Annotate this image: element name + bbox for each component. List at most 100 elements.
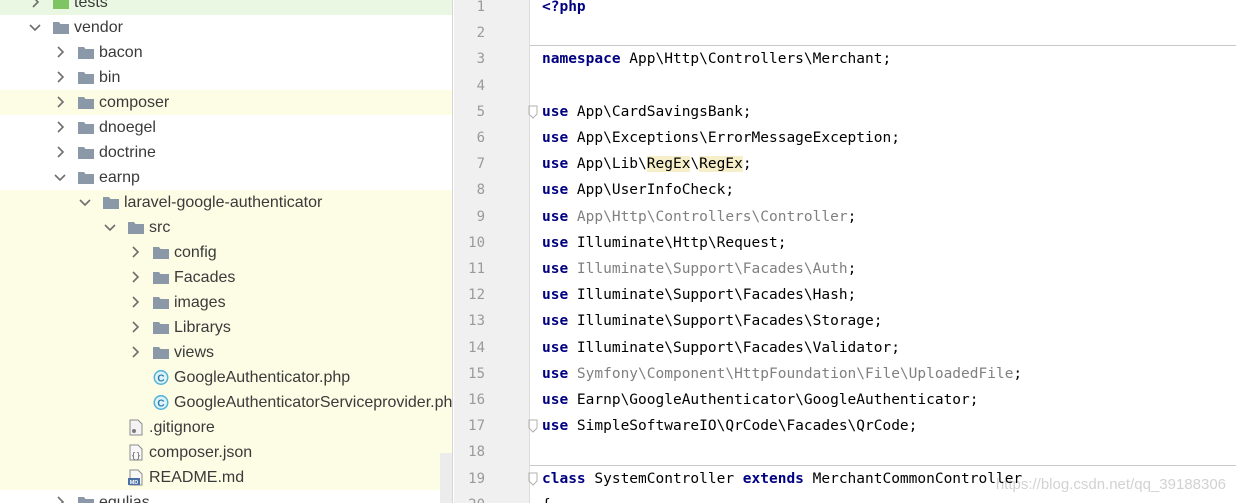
tree-folder[interactable]: Facades bbox=[0, 265, 452, 290]
chevron-right-icon[interactable] bbox=[28, 0, 42, 9]
tree-file[interactable]: C GoogleAuthenticatorServiceprovider.php bbox=[0, 390, 453, 415]
chevron-right-icon[interactable] bbox=[128, 320, 142, 334]
code-line[interactable]: use App\Lib\RegEx\RegEx; bbox=[542, 155, 752, 173]
tree-folder[interactable]: tests bbox=[0, 0, 452, 15]
fold-marker-icon[interactable] bbox=[528, 105, 538, 119]
line-number: 3 bbox=[476, 51, 485, 68]
tree-scrollbar[interactable] bbox=[440, 453, 452, 503]
code-token: { bbox=[542, 497, 551, 503]
chevron-right-icon[interactable] bbox=[128, 295, 142, 309]
code-line[interactable]: use Illuminate\Http\Request; bbox=[542, 234, 786, 252]
method-separator bbox=[530, 464, 1236, 466]
tree-file[interactable]: C GoogleAuthenticator.php bbox=[0, 365, 452, 390]
code-token: Illuminate\Support\Facades\Validator; bbox=[568, 339, 900, 356]
tree-folder[interactable]: vendor bbox=[0, 15, 452, 40]
code-token: App\Http\Controllers\Controller bbox=[568, 208, 848, 225]
php-class-icon: C bbox=[152, 369, 170, 386]
tree-folder[interactable]: doctrine bbox=[0, 140, 452, 165]
tree-item-label: bin bbox=[99, 69, 121, 86]
chevron-right-icon[interactable] bbox=[128, 345, 142, 359]
tree-folder[interactable]: laravel-google-authenticator bbox=[0, 190, 452, 215]
line-number: 18 bbox=[468, 444, 485, 461]
chevron-right-icon[interactable] bbox=[53, 495, 67, 503]
chevron-right-icon[interactable] bbox=[128, 245, 142, 259]
tree-item-label: GoogleAuthenticatorServiceprovider.php bbox=[174, 394, 453, 411]
line-number: 5 bbox=[476, 103, 485, 120]
tree-item-label: dnoegel bbox=[99, 119, 156, 136]
watermark: https://blog.csdn.net/qq_39188306 bbox=[995, 476, 1226, 493]
line-number: 16 bbox=[468, 392, 485, 408]
code-line[interactable]: class SystemController extends MerchantC… bbox=[542, 470, 1022, 488]
fold-marker-icon[interactable] bbox=[528, 472, 538, 486]
tree-folder[interactable]: composer bbox=[0, 90, 452, 115]
tree-folder[interactable]: bacon bbox=[0, 40, 452, 65]
code-line[interactable]: use App\Exceptions\ErrorMessageException… bbox=[542, 129, 900, 147]
fold-marker-icon[interactable] bbox=[528, 419, 538, 433]
folder-icon bbox=[52, 0, 70, 11]
code-line[interactable]: namespace App\Http\Controllers\Merchant; bbox=[542, 50, 891, 68]
tree-file[interactable]: MD README.md bbox=[0, 465, 452, 490]
tree-item-label: laravel-google-authenticator bbox=[124, 194, 323, 211]
tree-folder[interactable]: src bbox=[0, 215, 452, 240]
code-line[interactable]: use Illuminate\Support\Facades\Auth; bbox=[542, 260, 856, 278]
tree-file[interactable]: .gitignore bbox=[0, 415, 452, 440]
code-keyword: <?php bbox=[542, 0, 586, 15]
code-line[interactable]: use App\UserInfoCheck; bbox=[542, 181, 734, 199]
tree-item-label: src bbox=[149, 219, 171, 236]
code-line[interactable]: <?php bbox=[542, 0, 586, 16]
code-token: Earnp\GoogleAuthenticator\GoogleAuthenti… bbox=[568, 392, 979, 408]
chevron-down-icon[interactable] bbox=[28, 20, 42, 34]
tree-file[interactable]: {} composer.json bbox=[0, 440, 452, 465]
code-token: SimpleSoftwareIO\QrCode\Facades\QrCode; bbox=[568, 418, 918, 435]
tree-folder[interactable]: dnoegel bbox=[0, 115, 452, 140]
code-line[interactable]: use App\Http\Controllers\Controller; bbox=[542, 208, 856, 226]
code-line[interactable]: use Illuminate\Support\Facades\Hash; bbox=[542, 286, 856, 304]
chevron-right-icon[interactable] bbox=[53, 45, 67, 59]
tree-item-label: images bbox=[174, 294, 226, 311]
code-token: ; bbox=[1013, 365, 1023, 382]
chevron-down-icon[interactable] bbox=[53, 170, 67, 184]
tree-folder[interactable]: egulias bbox=[0, 490, 452, 503]
chevron-down-icon[interactable] bbox=[78, 195, 92, 209]
tree-folder[interactable]: earnp bbox=[0, 165, 452, 190]
line-number: 7 bbox=[476, 156, 485, 173]
tree-item-label: views bbox=[174, 344, 215, 361]
code-line[interactable]: use App\CardSavingsBank; bbox=[542, 103, 752, 121]
code-line[interactable]: use Symfony\Component\HttpFoundation\Fil… bbox=[542, 365, 1022, 383]
folder-icon bbox=[152, 294, 170, 311]
code-line[interactable]: use Illuminate\Support\Facades\Storage; bbox=[542, 312, 882, 330]
line-number: 9 bbox=[476, 208, 485, 225]
code-line[interactable]: use Illuminate\Support\Facades\Validator… bbox=[542, 339, 900, 357]
chevron-right-icon[interactable] bbox=[53, 95, 67, 109]
code-token: RegEx bbox=[646, 156, 691, 173]
chevron-down-icon[interactable] bbox=[103, 220, 117, 234]
code-line[interactable]: use SimpleSoftwareIO\QrCode\Facades\QrCo… bbox=[542, 417, 917, 435]
tree-folder[interactable]: views bbox=[0, 340, 452, 365]
line-number: 20 bbox=[454, 496, 485, 503]
tree-folder[interactable]: Librarys bbox=[0, 315, 452, 340]
code-line[interactable]: use Earnp\GoogleAuthenticator\GoogleAuth… bbox=[542, 391, 979, 409]
code-editor[interactable]: 1234567891011121314151617181920 https://… bbox=[454, 0, 1236, 503]
code-keyword: use bbox=[542, 392, 569, 408]
chevron-right-icon[interactable] bbox=[53, 70, 67, 84]
chevron-right-icon[interactable] bbox=[53, 145, 67, 159]
folder-icon bbox=[152, 244, 170, 261]
line-number: 1 bbox=[476, 0, 485, 15]
tree-item-label: doctrine bbox=[99, 144, 156, 161]
line-number: 12 bbox=[468, 287, 485, 304]
code-keyword: use bbox=[542, 208, 569, 225]
code-line[interactable]: { bbox=[542, 496, 551, 503]
chevron-right-icon[interactable] bbox=[128, 270, 142, 284]
tree-folder[interactable]: bin bbox=[0, 65, 452, 90]
folder-icon bbox=[77, 119, 95, 136]
line-number-gutter: 1234567891011121314151617181920 bbox=[454, 0, 530, 503]
tree-folder[interactable]: config bbox=[0, 240, 452, 265]
folder-icon bbox=[127, 219, 145, 236]
tree-folder[interactable]: images bbox=[0, 290, 452, 315]
code-token: App\CardSavingsBank; bbox=[568, 103, 752, 120]
chevron-right-icon[interactable] bbox=[53, 120, 67, 134]
code-token: \ bbox=[690, 156, 700, 173]
json-file-icon: {} bbox=[127, 444, 145, 461]
code-keyword: namespace bbox=[542, 51, 621, 68]
line-number: 14 bbox=[468, 339, 485, 356]
